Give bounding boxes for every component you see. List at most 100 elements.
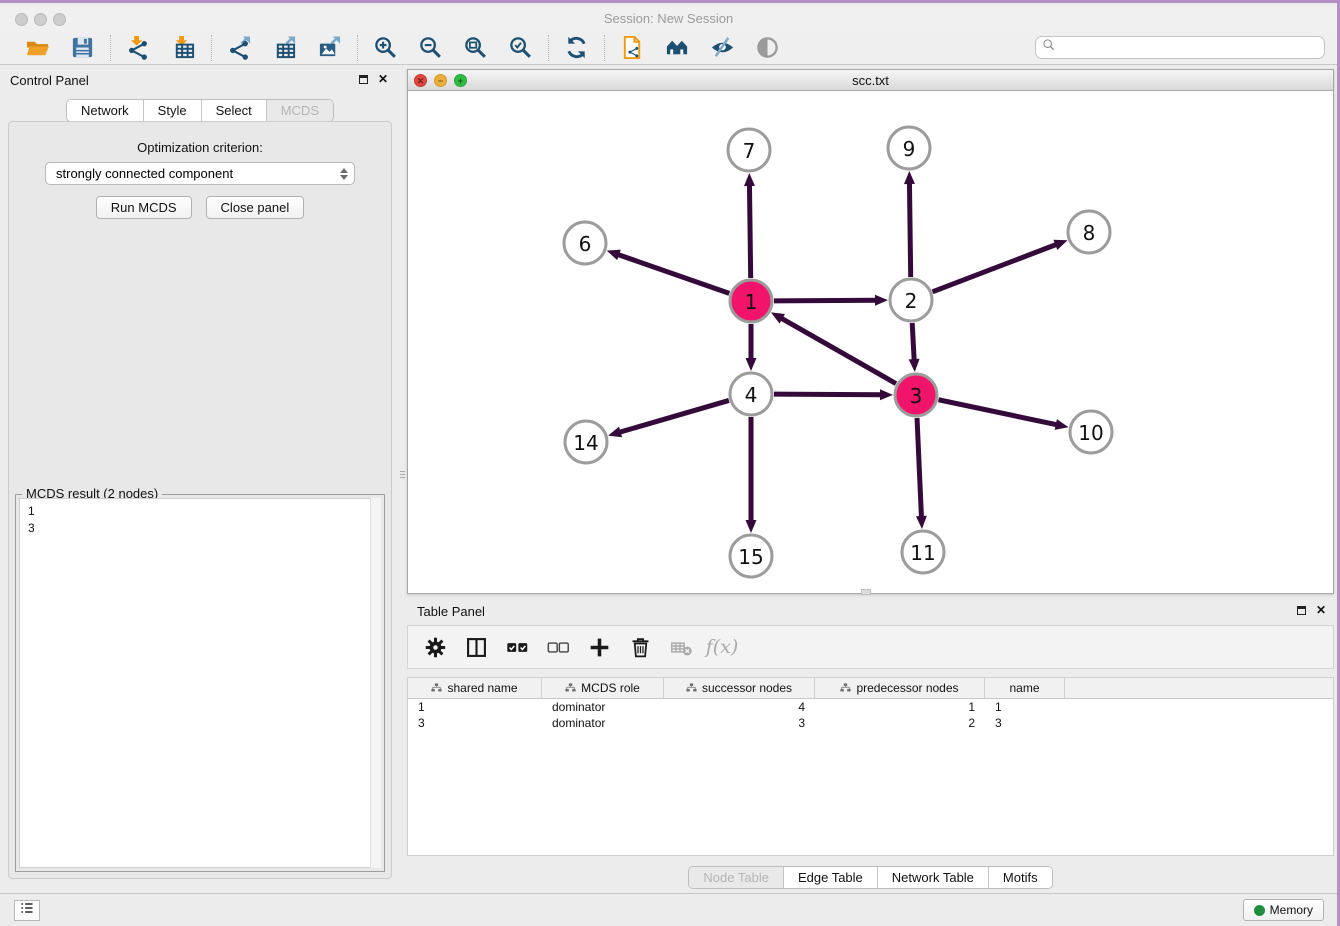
zoom-fit-button[interactable]: [462, 34, 489, 61]
search-input[interactable]: [1060, 41, 1324, 55]
function-builder-icon: f(x): [706, 636, 739, 658]
main-toolbar: [0, 31, 1337, 65]
import-table-button[interactable]: [170, 34, 197, 61]
save-button[interactable]: [69, 34, 96, 61]
split-columns-icon: [465, 636, 488, 659]
import-network-button[interactable]: [125, 34, 152, 61]
tab-mcds[interactable]: MCDS: [267, 100, 333, 121]
new-network-from-selection-button[interactable]: [619, 34, 646, 61]
tab-style[interactable]: Style: [144, 100, 202, 121]
tab-motifs[interactable]: Motifs: [989, 867, 1052, 888]
graph-arrowhead: [880, 389, 893, 400]
table-cell[interactable]: dominator: [542, 715, 664, 731]
export-network-button[interactable]: [226, 34, 253, 61]
select-all-icon: [506, 636, 529, 659]
tab-edge-table[interactable]: Edge Table: [784, 867, 878, 888]
function-builder-button: f(x): [709, 634, 735, 660]
graph-edge-1-6[interactable]: [617, 254, 729, 293]
close-panel-button[interactable]: Close panel: [206, 196, 305, 219]
network-canvas[interactable]: 7968124314101511: [408, 91, 1333, 593]
add-row-button[interactable]: [586, 634, 612, 660]
memory-button[interactable]: Memory: [1243, 899, 1324, 921]
export-image-button[interactable]: [316, 34, 343, 61]
table-cell[interactable]: 1: [985, 699, 1065, 715]
zoom-selected-button[interactable]: [507, 34, 534, 61]
table-cell[interactable]: 4: [664, 699, 815, 715]
float-panel-icon[interactable]: [359, 75, 368, 84]
split-columns-button[interactable]: [463, 634, 489, 660]
tab-node-table[interactable]: Node Table: [689, 867, 784, 888]
panel-divider-grip[interactable]: [399, 465, 406, 483]
show-panels-button[interactable]: [14, 900, 40, 921]
tab-select[interactable]: Select: [202, 100, 267, 121]
graph-node-label-11: 11: [910, 541, 935, 565]
zoom-selected-icon: [508, 35, 533, 60]
column-header-successor-nodes[interactable]: successor nodes: [664, 678, 815, 698]
graph-edge-2-8[interactable]: [932, 244, 1057, 292]
mcds-result-list[interactable]: 13: [19, 498, 381, 868]
criterion-select[interactable]: strongly connected component: [45, 162, 355, 185]
graph-edge-3-11[interactable]: [917, 418, 921, 518]
close-panel-icon[interactable]: ✕: [378, 75, 388, 84]
birds-eye-view-button[interactable]: [754, 34, 781, 61]
delete-row-button[interactable]: [627, 634, 653, 660]
column-header-label: MCDS role: [581, 681, 640, 695]
table-row[interactable]: 1dominator411: [408, 699, 1333, 715]
export-table-button[interactable]: [271, 34, 298, 61]
graph-edge-3-10[interactable]: [939, 400, 1058, 425]
network-window-titlebar[interactable]: ✕ − + scc.txt: [408, 70, 1333, 91]
graph-edge-2-3[interactable]: [912, 323, 914, 361]
table-settings-button[interactable]: [422, 634, 448, 660]
zoom-in-button[interactable]: [372, 34, 399, 61]
open-folder-button[interactable]: [24, 34, 51, 61]
table-cell[interactable]: 3: [664, 715, 815, 731]
table-cell[interactable]: 3: [985, 715, 1065, 731]
graph-edge-1-7[interactable]: [749, 184, 750, 278]
hierarchy-icon: [686, 683, 697, 694]
save-icon: [70, 35, 95, 60]
toggle-graphics-details-icon: [710, 35, 735, 60]
result-scrollbar[interactable]: [370, 498, 381, 868]
graph-node-label-15: 15: [738, 545, 763, 569]
graph-arrowhead: [1053, 240, 1067, 250]
table-row[interactable]: 3dominator323: [408, 715, 1333, 731]
deselect-all-button[interactable]: [545, 634, 571, 660]
float-table-panel-icon[interactable]: [1297, 606, 1306, 615]
column-header-predecessor-nodes[interactable]: predecessor nodes: [815, 678, 985, 698]
titlebar: Session: New Session: [0, 6, 1337, 31]
node-table: shared name MCDS role successor nodes prede…: [407, 677, 1334, 856]
close-table-panel-icon[interactable]: ✕: [1316, 606, 1326, 615]
toggle-graphics-details-button[interactable]: [709, 34, 736, 61]
zoom-out-button[interactable]: [417, 34, 444, 61]
list-icon: [19, 900, 35, 921]
refresh-icon: [564, 35, 589, 60]
graph-arrowhead: [875, 295, 888, 306]
column-header-label: successor nodes: [702, 681, 792, 695]
chevron-updown-icon: [340, 168, 348, 180]
table-cell[interactable]: 2: [815, 715, 985, 731]
search-box[interactable]: [1035, 36, 1325, 59]
column-header-name[interactable]: name: [985, 678, 1065, 698]
tab-network[interactable]: Network: [67, 100, 144, 121]
graph-edge-1-2[interactable]: [774, 300, 877, 301]
select-all-button[interactable]: [504, 634, 530, 660]
gear-icon: [424, 636, 447, 659]
network-overview-button[interactable]: [664, 34, 691, 61]
graph-edge-4-14[interactable]: [619, 400, 729, 432]
column-header-shared-name[interactable]: shared name: [408, 678, 542, 698]
tab-network-table[interactable]: Network Table: [878, 867, 989, 888]
mcds-panel: Optimization criterion: strongly connect…: [8, 121, 392, 879]
table-cell[interactable]: dominator: [542, 699, 664, 715]
graph-edge-2-9[interactable]: [909, 182, 910, 277]
table-panel: Table Panel ✕ f(x) shared nameMCDS roles…: [407, 598, 1334, 890]
graph-edge-3-1[interactable]: [781, 318, 896, 384]
refresh-button[interactable]: [563, 34, 590, 61]
table-cell[interactable]: 3: [408, 715, 542, 731]
table-cell[interactable]: 1: [408, 699, 542, 715]
run-mcds-button[interactable]: Run MCDS: [96, 196, 192, 219]
graph-edge-4-3[interactable]: [774, 394, 882, 395]
birds-eye-view-icon: [755, 35, 780, 60]
column-header-MCDS-role[interactable]: MCDS role: [542, 678, 664, 698]
horizontal-divider-grip[interactable]: [861, 589, 871, 595]
table-cell[interactable]: 1: [815, 699, 985, 715]
